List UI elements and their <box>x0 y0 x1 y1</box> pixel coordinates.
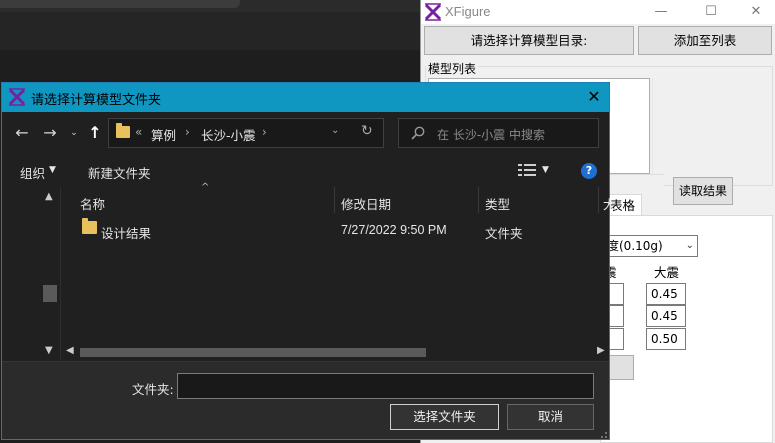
table-row-name[interactable]: 设计结果 <box>101 223 151 242</box>
xfigure-title-bar: XFigure — ☐ ✕ <box>421 0 775 24</box>
column-header-major: 大震 <box>654 265 680 280</box>
column-header-date[interactable]: 修改日期 <box>341 194 391 213</box>
select-folder-button[interactable]: 选择文件夹 <box>390 404 499 430</box>
close-icon[interactable]: ✕ <box>580 85 608 109</box>
column-header-type[interactable]: 类型 <box>485 194 510 213</box>
folder-picker-dialog: 请选择计算模型文件夹 ✕ ← → ⌄ ↑ « 算例 › 长沙-小震 › ⌄ ↻ … <box>1 82 616 440</box>
column-divider[interactable] <box>598 187 599 213</box>
up-arrow-icon[interactable]: ↑ <box>86 123 104 143</box>
folder-field-label: 文件夹: <box>132 382 174 397</box>
breadcrumb-overflow-icon[interactable]: « <box>135 125 142 139</box>
column-header-name[interactable]: 名称 <box>80 194 105 213</box>
breadcrumb-separator-icon[interactable]: › <box>185 125 190 139</box>
search-box[interactable]: 在 长沙-小震 中搜索 <box>398 118 599 148</box>
combo-value: 度(0.10g) <box>607 239 663 253</box>
intensity-combobox[interactable]: 度(0.10g) ⌄ <box>604 235 698 257</box>
model-list-label: 模型列表 <box>426 60 479 77</box>
model-list-scrollbar[interactable] <box>652 78 663 174</box>
dialog-title-bar: 请选择计算模型文件夹 ✕ <box>2 83 609 112</box>
back-arrow-icon[interactable]: ← <box>12 123 32 143</box>
navigation-pane[interactable] <box>2 187 61 359</box>
search-placeholder: 在 长沙-小震 中搜索 <box>437 128 545 142</box>
breadcrumb-separator-icon[interactable]: › <box>262 125 267 139</box>
forward-arrow-icon[interactable]: → <box>40 123 60 143</box>
address-dropdown-icon[interactable]: ⌄ <box>331 125 339 136</box>
select-model-dir-button[interactable]: 请选择计算模型目录: <box>424 26 634 55</box>
column-divider[interactable] <box>478 187 479 213</box>
value-cell[interactable]: 0.45 <box>646 305 686 327</box>
refresh-icon[interactable]: ↻ <box>361 123 373 139</box>
chevron-down-icon[interactable]: ▼ <box>542 165 549 175</box>
xfigure-logo-icon <box>8 88 26 106</box>
folder-icon <box>82 218 97 234</box>
table-row-date: 7/27/2022 9:50 PM <box>341 223 447 237</box>
minimize-icon[interactable]: — <box>646 2 676 22</box>
nav-scrollbar-thumb[interactable] <box>43 285 57 302</box>
add-to-list-button[interactable]: 添加至列表 <box>638 26 772 55</box>
close-icon[interactable]: ✕ <box>741 2 771 22</box>
chevron-down-icon: ⌄ <box>685 240 694 251</box>
column-divider[interactable] <box>334 187 335 213</box>
new-folder-button[interactable]: 新建文件夹 <box>88 163 151 182</box>
value-cell[interactable]: 0.45 <box>646 283 686 305</box>
table-row-type: 文件夹 <box>485 226 523 241</box>
scroll-right-icon[interactable]: ▶ <box>597 345 605 356</box>
column-header-size[interactable]: 大 <box>603 194 616 213</box>
address-bar[interactable]: « 算例 › 长沙-小震 › ⌄ ↻ <box>108 118 384 148</box>
breadcrumb-item[interactable]: 算例 <box>151 125 176 144</box>
sort-caret-icon: ^ <box>201 182 210 193</box>
background-tab-pill <box>0 0 240 8</box>
recent-locations-icon[interactable]: ⌄ <box>68 123 80 143</box>
folder-icon <box>116 123 130 138</box>
horizontal-scrollbar[interactable]: ◀ ▶ <box>62 345 609 359</box>
maximize-icon[interactable]: ☐ <box>696 2 726 22</box>
scroll-left-icon[interactable]: ◀ <box>66 345 74 356</box>
search-icon <box>411 126 425 140</box>
scroll-up-icon[interactable]: ▲ <box>45 191 53 202</box>
xfigure-logo-icon <box>424 3 442 21</box>
view-options-icon[interactable] <box>518 163 536 177</box>
folder-input[interactable] <box>177 373 594 399</box>
organize-menu[interactable]: 组织 <box>20 163 45 182</box>
read-results-button[interactable]: 读取结果 <box>673 177 733 205</box>
scroll-down-icon[interactable]: ▼ <box>45 345 53 356</box>
value-cell[interactable]: 0.50 <box>646 328 686 350</box>
chevron-down-icon[interactable]: ▼ <box>49 165 56 175</box>
background-window-band <box>0 12 420 50</box>
resize-grip-icon[interactable] <box>598 429 608 439</box>
xfigure-title: XFigure <box>445 4 491 19</box>
scrollbar-thumb[interactable] <box>80 348 426 357</box>
help-icon[interactable]: ? <box>581 163 597 179</box>
cancel-button[interactable]: 取消 <box>507 404 594 430</box>
breadcrumb-item[interactable]: 长沙-小震 <box>201 125 256 144</box>
dialog-title: 请选择计算模型文件夹 <box>31 93 162 108</box>
